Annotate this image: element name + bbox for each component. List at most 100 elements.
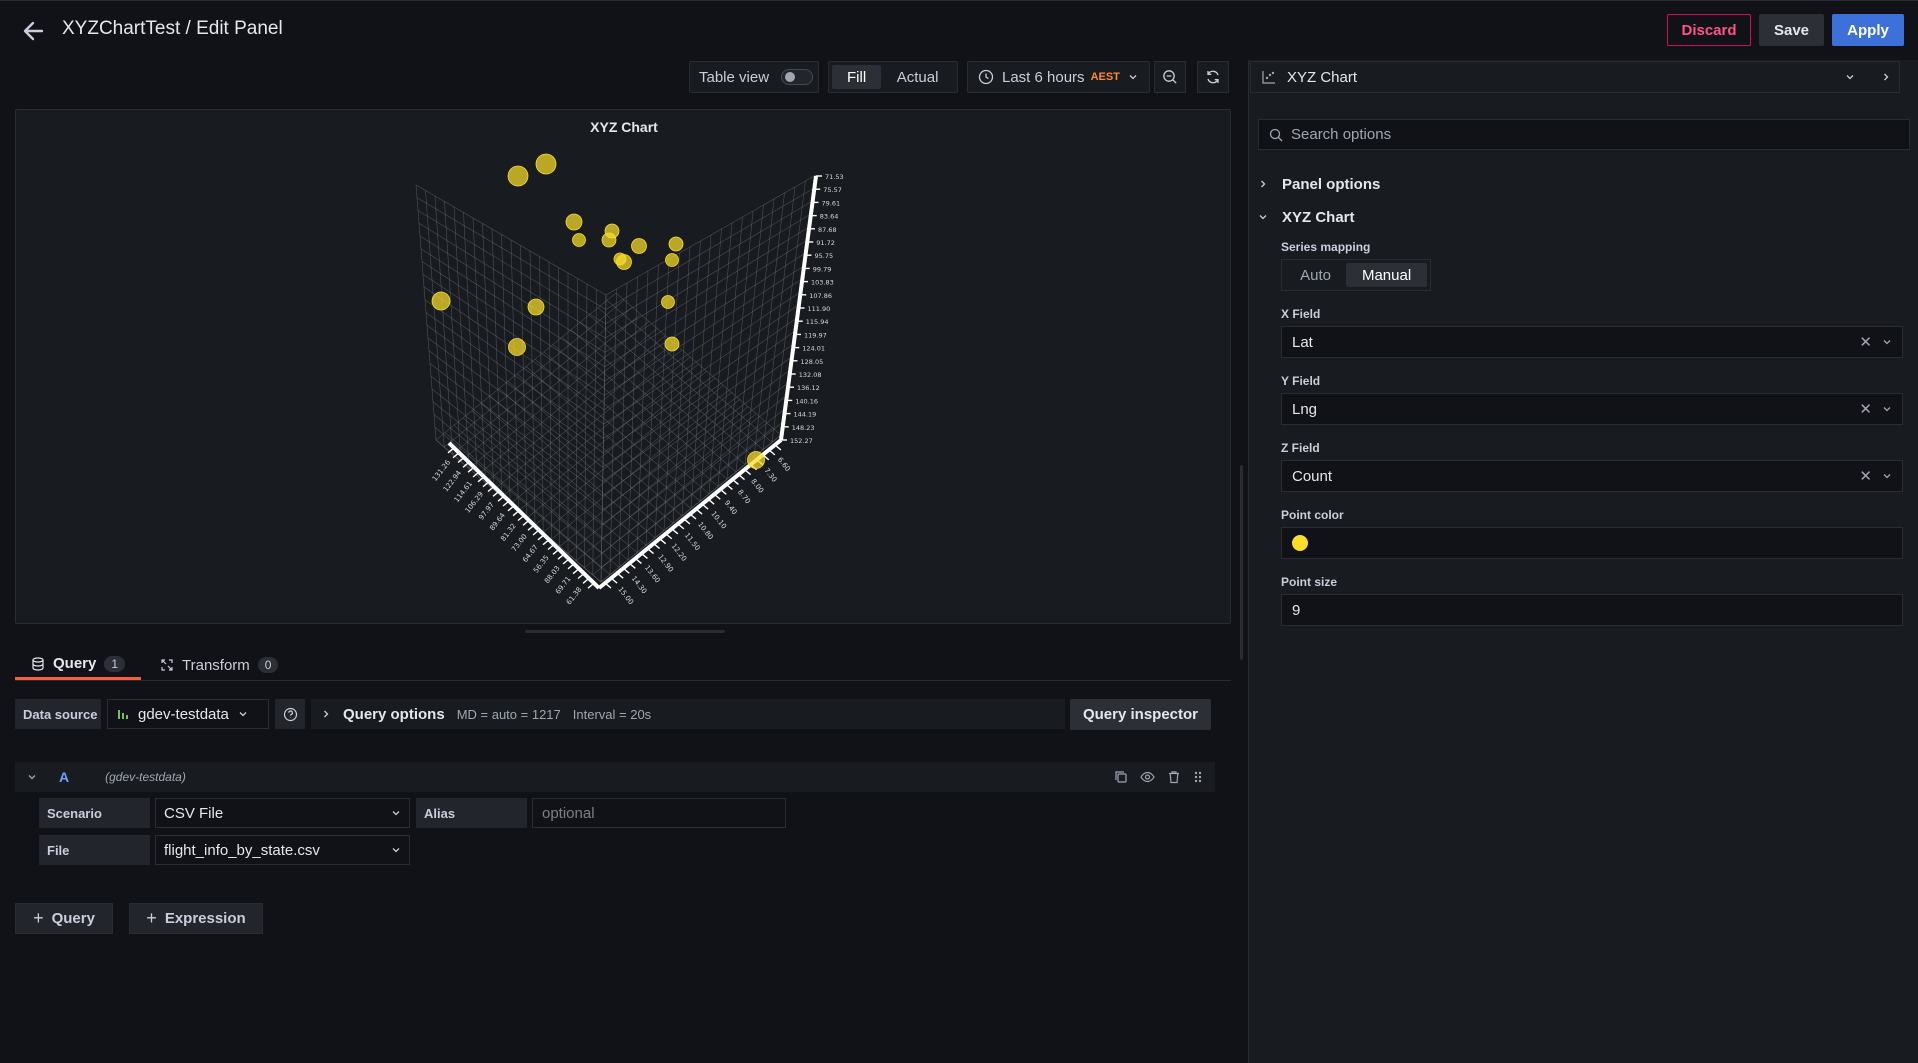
y-axis-tick	[725, 483, 733, 490]
y-axis-tick	[628, 562, 636, 569]
x-field-select[interactable]: Lat ✕	[1281, 326, 1903, 358]
query-options-toggle[interactable]: Query options MD = auto = 1217 Interval …	[311, 699, 1065, 729]
add-expression-button[interactable]: + Expression	[129, 903, 263, 934]
refresh-button[interactable]	[1197, 61, 1229, 93]
point-color-swatch[interactable]	[1292, 535, 1308, 551]
z-field-label: Z Field	[1281, 441, 1320, 455]
file-label: File	[39, 835, 150, 865]
chevron-down-icon	[1883, 340, 1891, 345]
x-tick-label: 89.64	[488, 511, 507, 532]
z-tick-label: 79.61	[822, 199, 841, 207]
xyz-chart-canvas[interactable]: 71.53 75.57 79.61 83.64 87.68 91.72 95.75 99.79…	[16, 110, 1232, 625]
clear-icon[interactable]: ✕	[1859, 333, 1872, 351]
y-axis-tick	[665, 533, 673, 540]
clear-icon[interactable]: ✕	[1859, 400, 1872, 418]
datasource-select[interactable]: gdev-testdata	[107, 699, 269, 729]
eye-icon[interactable]	[1140, 770, 1155, 784]
clock-icon	[978, 69, 994, 85]
mapping-auto-option[interactable]: Auto	[1285, 263, 1346, 287]
y-field-select[interactable]: Lng ✕	[1281, 393, 1903, 425]
point-color-picker[interactable]	[1281, 527, 1903, 559]
actual-option[interactable]: Actual	[881, 65, 954, 89]
z-field-value: Count	[1292, 467, 1333, 485]
duplicate-icon[interactable]	[1114, 770, 1128, 784]
z-tick-label: 71.53	[825, 173, 844, 181]
xyz-chart-group[interactable]: XYZ Chart	[1258, 202, 1355, 232]
y-field-value: Lng	[1292, 400, 1318, 418]
y-axis-tick	[610, 577, 618, 584]
y-tick-label: 14.30	[630, 575, 649, 596]
chevron-right-icon	[324, 710, 329, 718]
table-view-switch[interactable]	[781, 69, 814, 85]
x-tick-label: 64.67	[521, 543, 540, 564]
chevron-down-icon	[239, 712, 247, 717]
y-tick-label: 12.20	[669, 542, 688, 563]
query-ref-id[interactable]: A	[59, 769, 69, 785]
datasource-help-button[interactable]	[275, 699, 305, 729]
discard-button[interactable]: Discard	[1667, 14, 1751, 46]
alias-input[interactable]: optional	[532, 798, 786, 828]
tab-transform[interactable]: Transform 0	[158, 650, 279, 680]
scatter-point	[507, 165, 529, 187]
x-tick-label: 69.71	[554, 575, 573, 596]
visualization-picker[interactable]: XYZ Chart	[1250, 61, 1900, 93]
x-axis-tick	[572, 568, 580, 575]
y-tick-label: 6.60	[776, 456, 792, 473]
save-button[interactable]: Save	[1759, 14, 1824, 46]
y-tick-label: 12.90	[656, 553, 675, 574]
y-axis-tick	[622, 567, 630, 574]
query-datasource-name: (gdev-testdata)	[105, 770, 186, 784]
tab-query[interactable]: Query 1	[15, 650, 141, 680]
x-axis-tick	[507, 505, 515, 512]
datasource-label: Data source	[15, 699, 101, 729]
x-field-label: X Field	[1281, 307, 1321, 321]
floor-grid-line	[606, 300, 773, 443]
datasource-value: gdev-testdata	[138, 705, 229, 723]
panel-resize-handle[interactable]	[525, 630, 725, 633]
y-tick-label: 8.00	[749, 477, 765, 494]
x-axis-tick	[532, 529, 540, 536]
chevron-down-icon	[1129, 75, 1137, 80]
back-arrow-icon[interactable]	[18, 16, 48, 46]
x-axis-tick	[577, 572, 585, 580]
y-tick-label: 10.10	[709, 510, 728, 531]
clear-icon[interactable]: ✕	[1859, 467, 1872, 485]
scatter-point	[668, 236, 684, 252]
alias-label: Alias	[416, 798, 527, 828]
interval-info: Interval = 20s	[572, 706, 652, 722]
query-row-header: A (gdev-testdata)	[15, 762, 1215, 792]
scatter-point	[527, 298, 545, 316]
scenario-select[interactable]: CSV File	[155, 798, 410, 828]
zoom-out-button[interactable]	[1154, 61, 1186, 93]
chevron-down-icon	[1883, 407, 1891, 412]
z-tick-label: 75.57	[823, 186, 842, 194]
time-range-picker[interactable]: Last 6 hours AEST	[967, 61, 1150, 93]
scatter-point	[535, 153, 557, 175]
chevron-down-icon[interactable]	[27, 772, 37, 782]
table-view-toggle[interactable]: Table view	[689, 61, 819, 93]
timezone-badge: AEST	[1090, 71, 1120, 83]
drag-handle-icon[interactable]	[1193, 770, 1203, 784]
panel-options-group[interactable]: Panel options	[1258, 169, 1380, 199]
apply-button[interactable]: Apply	[1832, 14, 1904, 46]
query-inspector-button[interactable]: Query inspector	[1070, 699, 1211, 730]
file-value: flight_info_by_state.csv	[164, 841, 320, 859]
x-axis-tick	[542, 539, 550, 546]
mapping-manual-option[interactable]: Manual	[1346, 263, 1427, 287]
x-axis-tick	[557, 553, 565, 560]
trash-icon[interactable]	[1167, 770, 1181, 784]
wall-grid-line	[605, 200, 813, 324]
z-field-select[interactable]: Count ✕	[1281, 460, 1903, 492]
y-axis-tick	[647, 547, 654, 555]
pane-resize-handle[interactable]	[1240, 465, 1243, 660]
fill-option[interactable]: Fill	[832, 65, 882, 89]
top-bar	[0, 0, 1918, 60]
x-axis-tick	[552, 548, 560, 555]
collapse-pane-button[interactable]	[1870, 61, 1902, 93]
add-query-button[interactable]: + Query	[15, 903, 113, 934]
search-options-input[interactable]: Search options	[1258, 119, 1910, 150]
x-tick-label: 73.00	[510, 533, 529, 554]
file-select[interactable]: flight_info_by_state.csv	[155, 835, 410, 865]
y-axis-tick	[732, 478, 739, 486]
point-size-input[interactable]: 9	[1281, 594, 1903, 626]
